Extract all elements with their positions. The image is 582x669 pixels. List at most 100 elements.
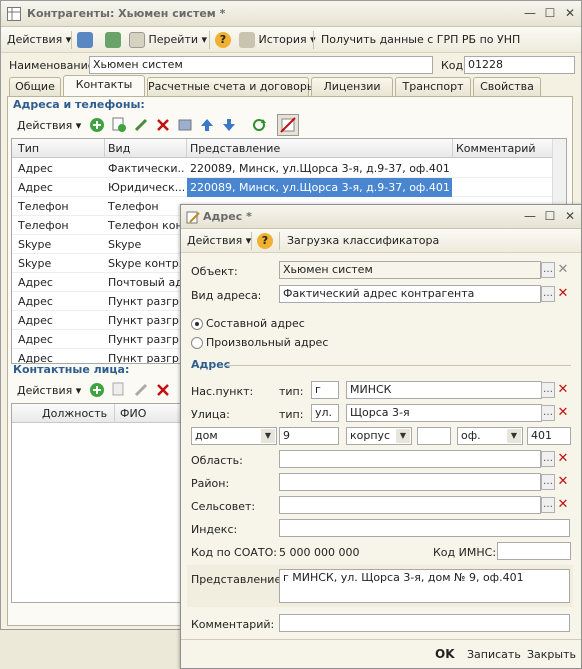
- region-select-button[interactable]: …: [541, 451, 555, 467]
- building-kind-select[interactable]: корпус ▼: [346, 427, 412, 445]
- comment-field[interactable]: [279, 614, 570, 632]
- address-kind-field[interactable]: Фактический адрес контрагента: [279, 285, 541, 303]
- ok-button[interactable]: OK: [435, 647, 455, 661]
- radio-composite[interactable]: [191, 318, 203, 330]
- copy-contact-icon[interactable]: [111, 382, 127, 401]
- street-clear-icon[interactable]: ✕: [556, 405, 570, 421]
- dialog-close-icon[interactable]: ✕: [561, 208, 579, 224]
- dialog-actions-button[interactable]: Действия ▾: [187, 232, 251, 250]
- region-field[interactable]: [279, 450, 541, 468]
- goto-menu-button[interactable]: Перейти ▾: [129, 31, 207, 49]
- add-icon[interactable]: [89, 117, 105, 136]
- post-icon[interactable]: [177, 117, 193, 136]
- table-row-selected[interactable]: Адрес Юридическ... 220089, Минск, ул.Щор…: [12, 178, 566, 197]
- chevron-down-icon[interactable]: ▼: [507, 429, 521, 443]
- office-kind-select[interactable]: оф. ▼: [457, 427, 523, 445]
- copy-icon[interactable]: [111, 117, 127, 136]
- save-button[interactable]: Записать: [467, 648, 521, 661]
- load-classifier-button[interactable]: Загрузка классификатора: [287, 232, 439, 250]
- help-icon[interactable]: ?: [215, 31, 231, 49]
- tab-accounts[interactable]: Расчетные счета и договоры: [147, 77, 316, 96]
- locality-clear-icon[interactable]: ✕: [556, 382, 570, 398]
- save-icon[interactable]: [77, 31, 93, 49]
- address-kind-select-button[interactable]: …: [541, 286, 555, 302]
- actions-menu-button[interactable]: Действия ▾: [7, 31, 71, 49]
- addresses-toolbar: Действия ▾: [11, 114, 571, 136]
- street-select-button[interactable]: …: [541, 405, 555, 421]
- tab-general[interactable]: Общие: [9, 77, 61, 96]
- table-row[interactable]: Адрес Фактически... 220089, Минск, ул.Що…: [12, 159, 566, 178]
- locality-type-field[interactable]: г: [311, 381, 339, 399]
- name-field[interactable]: Хьюмен систем: [89, 56, 433, 74]
- dialog-minimize-icon[interactable]: —: [521, 208, 539, 224]
- col-representation[interactable]: Представление: [190, 142, 280, 155]
- locality-select-button[interactable]: …: [541, 382, 555, 398]
- address-kind-clear-icon[interactable]: ✕: [556, 286, 570, 302]
- tab-contacts[interactable]: Контакты: [63, 75, 145, 97]
- address-kind-label: Вид адреса:: [191, 289, 262, 302]
- close-icon[interactable]: ✕: [561, 5, 579, 21]
- get-data-button[interactable]: Получить данные с ГРП РБ по УНП: [321, 31, 520, 49]
- contacts-actions-button[interactable]: Действия ▾: [17, 382, 81, 400]
- index-field[interactable]: [279, 519, 570, 537]
- cell-type: Адрес: [18, 314, 53, 327]
- street-type-field[interactable]: ул.: [311, 404, 339, 422]
- district-clear-icon[interactable]: ✕: [556, 474, 570, 490]
- house-field[interactable]: 9: [279, 427, 339, 445]
- add-contact-icon[interactable]: [89, 382, 105, 401]
- dialog-help-icon[interactable]: ?: [257, 232, 273, 250]
- addresses-actions-button[interactable]: Действия ▾: [17, 117, 81, 135]
- object-select-button[interactable]: …: [541, 262, 555, 278]
- radio-free-label[interactable]: Произвольный адрес: [206, 336, 328, 349]
- move-down-icon[interactable]: [221, 117, 237, 136]
- edit-contact-icon[interactable]: [133, 382, 149, 401]
- col-kind[interactable]: Вид: [108, 142, 130, 155]
- delete-contact-icon[interactable]: [155, 382, 171, 401]
- col-full-name[interactable]: ФИО: [120, 407, 146, 420]
- locality-type-label: тип:: [279, 385, 304, 398]
- object-clear-icon[interactable]: ✕: [556, 262, 570, 278]
- district-select-button[interactable]: …: [541, 474, 555, 490]
- cell-type: Телефон: [18, 219, 69, 232]
- office-field[interactable]: 401: [527, 427, 571, 445]
- chevron-down-icon[interactable]: ▼: [396, 429, 410, 443]
- representation-field[interactable]: г МИНСК, ул. Щорса 3-я, дом № 9, оф.401: [279, 569, 570, 603]
- filter-toggle-icon[interactable]: [277, 114, 299, 136]
- radio-composite-label[interactable]: Составной адрес: [206, 317, 305, 330]
- refresh-icon[interactable]: [105, 31, 121, 49]
- tab-transport[interactable]: Транспорт: [395, 77, 471, 96]
- region-clear-icon[interactable]: ✕: [556, 451, 570, 467]
- delete-icon[interactable]: [155, 117, 171, 136]
- col-type[interactable]: Тип: [18, 142, 39, 155]
- contacts-section-title: Контактные лица:: [13, 363, 130, 376]
- close-button[interactable]: Закрыть: [527, 648, 576, 661]
- building-field[interactable]: [417, 427, 451, 445]
- minimize-icon[interactable]: —: [521, 5, 539, 21]
- footer-divider: [181, 639, 581, 640]
- chevron-down-icon[interactable]: ▼: [261, 429, 275, 443]
- district-field[interactable]: [279, 473, 541, 491]
- col-position[interactable]: Должность: [42, 407, 107, 420]
- street-field[interactable]: Щорса 3-я: [346, 404, 542, 422]
- house-kind-select[interactable]: дом ▼: [191, 427, 277, 445]
- comment-label: Комментарий:: [191, 618, 275, 631]
- tab-licenses[interactable]: Лицензии: [311, 77, 393, 96]
- name-label: Наименование:: [9, 59, 99, 72]
- maximize-icon[interactable]: ☐: [541, 5, 559, 21]
- tab-properties[interactable]: Свойства: [473, 77, 541, 96]
- council-field[interactable]: [279, 496, 541, 514]
- col-comment[interactable]: Комментарий: [456, 142, 536, 155]
- refresh-list-icon[interactable]: [251, 117, 267, 136]
- edit-icon[interactable]: [133, 117, 149, 136]
- code-field[interactable]: 01228: [464, 56, 575, 74]
- dialog-maximize-icon[interactable]: ☐: [541, 208, 559, 224]
- council-select-button[interactable]: …: [541, 497, 555, 513]
- move-up-icon[interactable]: [199, 117, 215, 136]
- history-menu-button[interactable]: История ▾: [239, 31, 316, 49]
- radio-free[interactable]: [191, 337, 203, 349]
- locality-field[interactable]: МИНСК: [346, 381, 542, 399]
- council-clear-icon[interactable]: ✕: [556, 497, 570, 513]
- cell-kind: Skype: [108, 238, 142, 251]
- imns-field[interactable]: [497, 542, 571, 560]
- object-field[interactable]: Хьюмен систем: [279, 261, 541, 279]
